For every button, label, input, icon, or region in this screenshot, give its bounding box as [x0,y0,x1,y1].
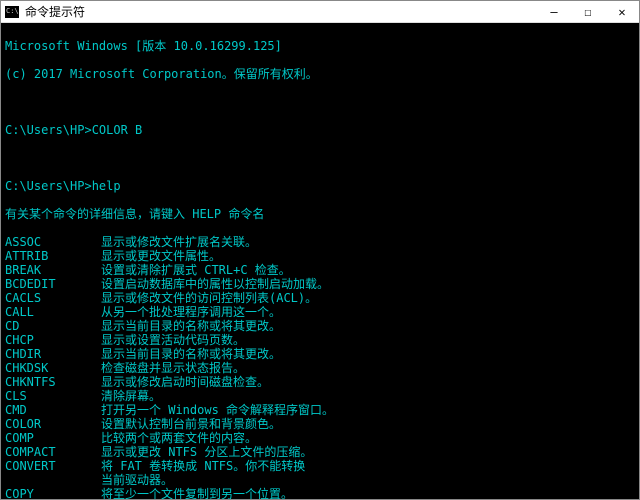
command-name: COLOR [5,417,101,431]
command-desc: 显示或更改文件属性。 [101,249,635,263]
command-desc: 设置启动数据库中的属性以控制启动加载。 [101,277,635,291]
command-row: CALL从另一个批处理程序调用这一个。 [5,305,635,319]
command-name: CACLS [5,291,101,305]
command-name: ATTRIB [5,249,101,263]
prompt-line-2: C:\Users\HP>help [5,179,635,193]
command-name: CD [5,319,101,333]
close-button[interactable]: ✕ [605,1,639,23]
blank-line [5,151,635,165]
banner-line2: (c) 2017 Microsoft Corporation。保留所有权利。 [5,67,635,81]
command-row: CMD打开另一个 Windows 命令解释程序窗口。 [5,403,635,417]
titlebar[interactable]: 命令提示符 — ☐ ✕ [1,1,639,23]
command-desc: 打开另一个 Windows 命令解释程序窗口。 [101,403,635,417]
command-desc: 将 FAT 卷转换成 NTFS。你不能转换 [101,459,635,473]
command-row: COLOR设置默认控制台前景和背景颜色。 [5,417,635,431]
command-name: CONVERT [5,459,101,473]
command-name: COMP [5,431,101,445]
command-row: CHKDSK检查磁盘并显示状态报告。 [5,361,635,375]
command-row: ATTRIB显示或更改文件属性。 [5,249,635,263]
command-desc: 从另一个批处理程序调用这一个。 [101,305,635,319]
command-name: CHKNTFS [5,375,101,389]
command-desc: 显示或修改文件扩展名关联。 [101,235,635,249]
command-row: BCDEDIT设置启动数据库中的属性以控制启动加载。 [5,277,635,291]
command-desc: 显示或设置活动代码页数。 [101,333,635,347]
command-name: BREAK [5,263,101,277]
command-name: CMD [5,403,101,417]
cmd-icon [5,6,19,18]
command-name: CHKDSK [5,361,101,375]
command-name: CHCP [5,333,101,347]
command-desc: 检查磁盘并显示状态报告。 [101,361,635,375]
command-list: ASSOC显示或修改文件扩展名关联。ATTRIB显示或更改文件属性。BREAK设… [5,235,635,499]
blank-line [5,95,635,109]
banner-line1: Microsoft Windows [版本 10.0.16299.125] [5,39,635,53]
command-desc: 当前驱动器。 [101,473,635,487]
command-name: CHDIR [5,347,101,361]
command-row: CHDIR显示当前目录的名称或将其更改。 [5,347,635,361]
command-desc: 设置或清除扩展式 CTRL+C 检查。 [101,263,635,277]
command-desc: 显示或修改启动时间磁盘检查。 [101,375,635,389]
command-desc: 显示或修改文件的访问控制列表(ACL)。 [101,291,635,305]
command-row: COPY将至少一个文件复制到另一个位置。 [5,487,635,499]
command-desc: 设置默认控制台前景和背景颜色。 [101,417,635,431]
command-desc: 清除屏幕。 [101,389,635,403]
command-name: BCDEDIT [5,277,101,291]
minimize-button[interactable]: — [537,1,571,23]
terminal-area[interactable]: Microsoft Windows [版本 10.0.16299.125] (c… [1,23,639,499]
window-title: 命令提示符 [25,3,537,20]
command-desc: 显示或更改 NTFS 分区上文件的压缩。 [101,445,635,459]
command-row: BREAK设置或清除扩展式 CTRL+C 检查。 [5,263,635,277]
command-name [5,473,101,487]
command-name: COPY [5,487,101,499]
command-name: CALL [5,305,101,319]
command-desc: 将至少一个文件复制到另一个位置。 [101,487,635,499]
command-name: CLS [5,389,101,403]
help-intro: 有关某个命令的详细信息，请键入 HELP 命令名 [5,207,635,221]
command-desc: 比较两个或两套文件的内容。 [101,431,635,445]
command-name: COMPACT [5,445,101,459]
command-desc: 显示当前目录的名称或将其更改。 [101,347,635,361]
command-name: ASSOC [5,235,101,249]
command-row: CHCP显示或设置活动代码页数。 [5,333,635,347]
command-row: COMP比较两个或两套文件的内容。 [5,431,635,445]
command-row: COMPACT显示或更改 NTFS 分区上文件的压缩。 [5,445,635,459]
command-row: CONVERT将 FAT 卷转换成 NTFS。你不能转换 [5,459,635,473]
command-row: 当前驱动器。 [5,473,635,487]
prompt-line-1: C:\Users\HP>COLOR B [5,123,635,137]
command-desc: 显示当前目录的名称或将其更改。 [101,319,635,333]
window: 命令提示符 — ☐ ✕ Microsoft Windows [版本 10.0.1… [0,0,640,500]
command-row: CD显示当前目录的名称或将其更改。 [5,319,635,333]
maximize-button[interactable]: ☐ [571,1,605,23]
command-row: CACLS显示或修改文件的访问控制列表(ACL)。 [5,291,635,305]
command-row: CLS清除屏幕。 [5,389,635,403]
window-controls: — ☐ ✕ [537,1,639,23]
command-row: ASSOC显示或修改文件扩展名关联。 [5,235,635,249]
command-row: CHKNTFS显示或修改启动时间磁盘检查。 [5,375,635,389]
